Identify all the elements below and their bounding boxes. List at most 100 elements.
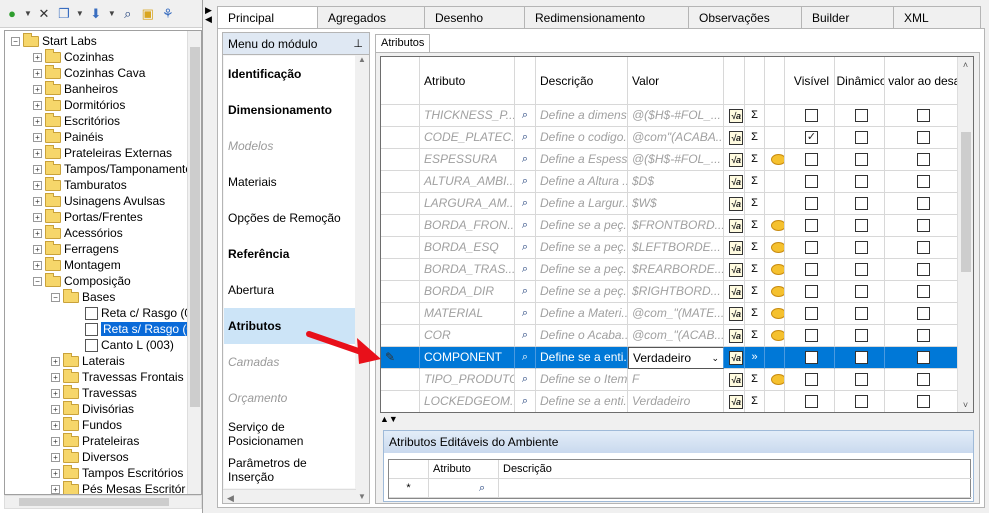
- cell-descricao[interactable]: Define o codigo...: [536, 127, 628, 149]
- binoculars-icon[interactable]: ⌕: [479, 482, 485, 494]
- cell-comment[interactable]: [765, 193, 785, 215]
- tab-principal[interactable]: Principal: [217, 6, 318, 29]
- tree-item[interactable]: + Tampos/Tamponamento: [33, 160, 192, 177]
- cell-comment[interactable]: [765, 237, 785, 259]
- delete-icon[interactable]: ✕: [36, 6, 52, 22]
- move-dropdown-icon[interactable]: ▼: [108, 9, 116, 18]
- visivel-checkbox[interactable]: [805, 329, 818, 342]
- cell-valor[interactable]: $LEFTBORDE...: [628, 237, 724, 259]
- cell-sigma[interactable]: Σ: [745, 215, 765, 237]
- formula-icon[interactable]: √a: [729, 307, 743, 321]
- expand-arrows-icon[interactable]: »: [751, 351, 757, 363]
- cell-manter[interactable]: [885, 281, 958, 303]
- cell-atributo[interactable]: MATERIAL: [420, 303, 515, 325]
- cell-valor[interactable]: $W$: [628, 193, 724, 215]
- expand-toggle-icon[interactable]: +: [33, 100, 42, 110]
- comment-icon[interactable]: [771, 286, 784, 297]
- module-menu-item[interactable]: Abertura: [224, 272, 355, 308]
- dinamico-checkbox[interactable]: [855, 197, 868, 210]
- tree-item[interactable]: + Laterais: [51, 352, 125, 369]
- collapse-toggle-icon[interactable]: −: [11, 36, 20, 46]
- cell-dinamico[interactable]: [835, 237, 885, 259]
- cell-descricao[interactable]: Define o Acaba...: [536, 325, 628, 347]
- cell-visivel[interactable]: [785, 215, 835, 237]
- binoculars-icon[interactable]: ⌕: [522, 373, 528, 385]
- cell-valor[interactable]: @com"(ACABA...: [628, 127, 724, 149]
- cell-comment[interactable]: [765, 347, 785, 369]
- manter-checkbox[interactable]: [916, 373, 930, 386]
- cell-atributo[interactable]: BORDA_DIR: [420, 281, 515, 303]
- binoculars-icon[interactable]: ⌕: [522, 395, 528, 407]
- expand-toggle-icon[interactable]: +: [51, 468, 60, 478]
- tree-hscroll-thumb[interactable]: [19, 498, 169, 506]
- cell-valor[interactable]: @com_"(ACAB...: [628, 325, 724, 347]
- cell-manter[interactable]: [885, 259, 958, 281]
- cell-comment[interactable]: [765, 215, 785, 237]
- cell-comment[interactable]: [765, 325, 785, 347]
- cell-valor[interactable]: $FRONTBORD...: [628, 215, 724, 237]
- dinamico-checkbox[interactable]: [855, 109, 868, 122]
- cell-search[interactable]: ⌕: [515, 391, 536, 412]
- env-new-descricao-cell[interactable]: [499, 479, 972, 498]
- module-menu-item[interactable]: Dimensionamento: [224, 92, 355, 128]
- cell-visivel[interactable]: [785, 391, 835, 412]
- copy-dropdown-icon[interactable]: ▼: [76, 9, 84, 18]
- tree-item[interactable]: − Composição: [33, 272, 131, 289]
- dinamico-checkbox[interactable]: [855, 219, 868, 232]
- tree-item[interactable]: + Montagem: [33, 256, 121, 273]
- tree-item[interactable]: + Pés Mesas Escritór: [51, 480, 185, 494]
- cell-visivel[interactable]: [785, 237, 835, 259]
- cell-comment[interactable]: [765, 105, 785, 127]
- formula-icon[interactable]: √a: [729, 131, 743, 145]
- cell-dinamico[interactable]: [835, 193, 885, 215]
- cell-descricao[interactable]: Define se a peç...: [536, 215, 628, 237]
- cell-search[interactable]: ⌕: [515, 259, 536, 281]
- collapse-toggle-icon[interactable]: −: [51, 292, 60, 302]
- cell-search[interactable]: ⌕: [515, 193, 536, 215]
- tree-item[interactable]: + Escritórios: [33, 112, 120, 129]
- cell-descricao[interactable]: Define se a peç...: [536, 259, 628, 281]
- cell-comment[interactable]: [765, 391, 785, 412]
- tree-item[interactable]: + Divisórias: [51, 400, 134, 417]
- tree-leaf[interactable]: Canto L (003): [85, 337, 174, 353]
- cell-manter[interactable]: [885, 391, 958, 412]
- cell-comment[interactable]: [765, 127, 785, 149]
- cell-sigma[interactable]: Σ: [745, 369, 765, 391]
- cell-comment[interactable]: [765, 259, 785, 281]
- cell-valor[interactable]: @($H$-#FOL_...: [628, 105, 724, 127]
- sigma-icon[interactable]: Σ: [751, 131, 758, 143]
- tab-xml[interactable]: XML: [893, 6, 981, 28]
- tree-item[interactable]: + Tampos Escritórios: [51, 464, 183, 481]
- expand-toggle-icon[interactable]: +: [51, 356, 60, 366]
- tree-horizontal-scrollbar[interactable]: [4, 495, 202, 509]
- visivel-checkbox[interactable]: [805, 307, 818, 320]
- cell-descricao[interactable]: Define se a peç...: [536, 281, 628, 303]
- cell-sigma[interactable]: Σ: [745, 193, 765, 215]
- cell-manter[interactable]: [885, 127, 958, 149]
- module-menu-item[interactable]: Parâmetros de Inserção: [224, 452, 355, 488]
- cell-atributo[interactable]: ESPESSURA: [420, 149, 515, 171]
- sigma-icon[interactable]: Σ: [751, 373, 758, 385]
- tree-item[interactable]: + Prateleiras Externas: [33, 144, 172, 161]
- dinamico-checkbox[interactable]: [855, 153, 868, 166]
- binoculars-icon[interactable]: ⌕: [522, 351, 528, 363]
- binoculars-icon[interactable]: ⌕: [522, 175, 528, 187]
- cell-valor[interactable]: $RIGHTBORD...: [628, 281, 724, 303]
- dinamico-checkbox[interactable]: [855, 285, 868, 298]
- tree-item[interactable]: + Diversos: [51, 448, 129, 465]
- expand-toggle-icon[interactable]: +: [51, 484, 60, 494]
- visivel-checkbox[interactable]: [805, 131, 818, 144]
- cell-manter[interactable]: [885, 369, 958, 391]
- cell-formula[interactable]: √a: [724, 127, 745, 149]
- cell-descricao[interactable]: Define a Materi...: [536, 303, 628, 325]
- sigma-icon[interactable]: Σ: [751, 175, 758, 187]
- expand-toggle-icon[interactable]: +: [33, 68, 42, 78]
- cell-sigma[interactable]: Σ: [745, 391, 765, 412]
- manter-checkbox[interactable]: [916, 109, 930, 122]
- expand-toggle-icon[interactable]: +: [51, 404, 60, 414]
- cell-dinamico[interactable]: [835, 105, 885, 127]
- cell-comment[interactable]: [765, 303, 785, 325]
- cell-atributo[interactable]: LOCKEDGEOM...: [420, 391, 515, 412]
- expand-toggle-icon[interactable]: +: [33, 164, 42, 174]
- cell-formula[interactable]: √a: [724, 105, 745, 127]
